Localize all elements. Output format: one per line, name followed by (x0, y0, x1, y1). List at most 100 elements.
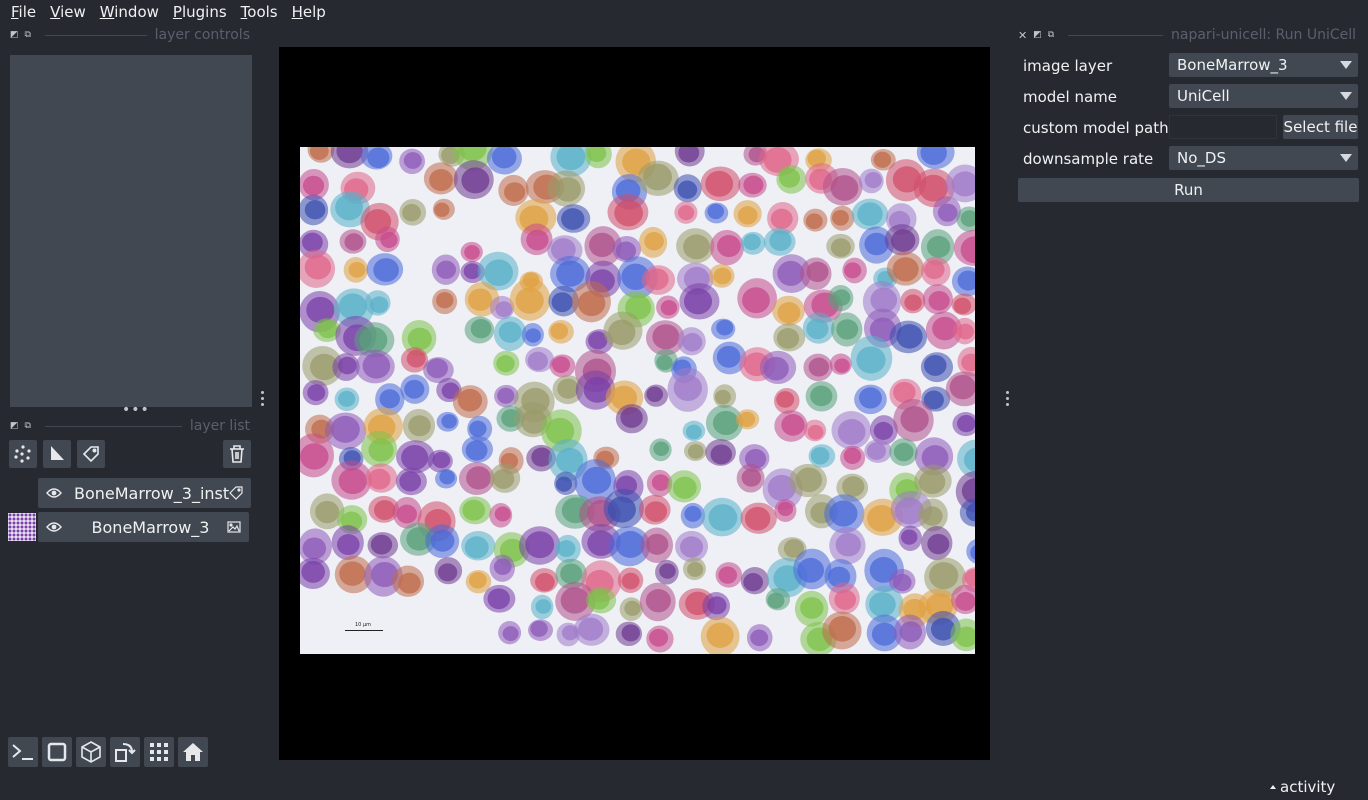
close-icon[interactable]: ✕ (1018, 29, 1027, 42)
layer-list-titlebar: ◩ ⧉ layer list (10, 416, 250, 436)
eye-icon[interactable] (46, 521, 62, 533)
menu-plugins[interactable]: Plugins (166, 3, 234, 21)
cell-mask (829, 526, 866, 565)
select-file-button[interactable]: Select file (1283, 115, 1358, 139)
scale-bar-label: 10 µm (355, 622, 372, 628)
delete-layer-button[interactable] (223, 440, 251, 468)
cell-mask (400, 374, 430, 404)
grid-mode-button[interactable] (144, 737, 174, 767)
cell-mask (828, 582, 860, 615)
cell-mask (705, 439, 736, 466)
cell-mask (966, 539, 975, 564)
cell-mask (498, 621, 522, 645)
custom-model-path-input[interactable] (1169, 115, 1277, 139)
float-dock-icon[interactable]: ◩ (1033, 30, 1042, 40)
cell-mask (644, 384, 668, 407)
cell-mask (774, 388, 800, 414)
cell-mask (324, 412, 367, 450)
menu-view[interactable]: View (43, 3, 93, 21)
menu-tools[interactable]: Tools (234, 3, 285, 21)
cell-mask (603, 311, 643, 350)
cell-mask (800, 257, 832, 290)
cell-mask (461, 435, 493, 463)
home-button[interactable] (178, 737, 208, 767)
custom-model-path-label: custom model path (1023, 119, 1169, 137)
toggle-3d-button[interactable] (76, 737, 106, 767)
cell-mask (829, 353, 852, 375)
run-button[interactable]: Run (1018, 178, 1359, 202)
left-dock-resize-handle[interactable] (259, 391, 265, 406)
image-layer-select[interactable]: BoneMarrow_3 (1169, 53, 1358, 77)
cell-mask (460, 241, 483, 263)
new-labels-layer-button[interactable] (77, 440, 105, 468)
cell-mask (802, 312, 835, 344)
cell-mask (700, 616, 740, 654)
cell-mask (893, 614, 927, 650)
console-icon (12, 744, 33, 760)
model-name-select[interactable]: UniCell (1169, 84, 1358, 108)
cell-mask (461, 530, 496, 561)
cell-mask (794, 590, 829, 627)
eye-icon[interactable] (46, 487, 62, 499)
cell-mask (521, 323, 544, 347)
layer-name[interactable]: BoneMarrow_3 (74, 518, 227, 537)
cell-mask (402, 408, 436, 443)
cell-mask (646, 625, 674, 653)
layer-name[interactable]: BoneMarrow_3_inst (74, 484, 229, 503)
cell-mask (556, 204, 591, 233)
roll-dimensions-button[interactable] (110, 737, 140, 767)
cell-mask (667, 470, 702, 503)
undock-icon[interactable]: ⧉ (25, 30, 31, 40)
cell-mask (530, 594, 554, 620)
model-name-value: UniCell (1177, 87, 1230, 105)
layer-row-bonemarrow-3-inst[interactable]: BoneMarrow_3_inst (8, 478, 252, 508)
cell-mask (898, 525, 923, 551)
new-shapes-layer-button[interactable] (43, 440, 71, 468)
cell-mask (549, 354, 576, 378)
cell-mask (367, 532, 399, 559)
dock-splitter-handle[interactable]: ••• (122, 403, 150, 417)
cell-mask (603, 488, 644, 529)
layer-row-bonemarrow-3[interactable]: BoneMarrow_3 (8, 512, 249, 542)
chevron-down-icon (1340, 154, 1352, 162)
right-dock-resize-handle[interactable] (1004, 391, 1010, 406)
menu-file[interactable]: File (4, 3, 43, 21)
undock-icon[interactable]: ⧉ (25, 421, 31, 431)
cell-mask (945, 371, 975, 407)
float-dock-icon[interactable]: ◩ (10, 421, 19, 431)
cell-mask (300, 194, 329, 226)
cell-mask (673, 174, 702, 203)
cell-mask (805, 381, 838, 412)
cell-mask (711, 318, 736, 340)
ndisplay-2d-button[interactable] (42, 737, 72, 767)
menu-window[interactable]: Window (93, 3, 166, 21)
cell-mask (547, 170, 586, 207)
cell-mask (889, 438, 918, 466)
cell-mask (774, 410, 808, 442)
new-labels-layer-icon (82, 446, 99, 463)
console-button[interactable] (8, 737, 38, 767)
cell-mask (822, 611, 862, 650)
cell-mask (452, 385, 488, 419)
cell-mask (395, 467, 427, 496)
cell-mask (889, 320, 928, 354)
activity-toggle[interactable]: activity (1270, 778, 1335, 796)
cell-mask (951, 293, 975, 316)
downsample-rate-select[interactable]: No_DS (1169, 146, 1358, 170)
cell-mask (740, 231, 766, 255)
cell-mask (458, 462, 495, 496)
new-points-layer-button[interactable] (9, 440, 37, 468)
menu-help[interactable]: Help (285, 3, 333, 21)
bone-marrow-image[interactable] (300, 147, 975, 654)
cell-mask (399, 199, 427, 226)
cell-mask (922, 284, 954, 315)
cell-mask (827, 285, 854, 312)
label-tag-icon (229, 486, 243, 500)
cell-mask (831, 411, 872, 450)
undock-icon[interactable]: ⧉ (1048, 30, 1054, 40)
float-dock-icon[interactable]: ◩ (10, 30, 19, 40)
delete-layer-icon (230, 445, 244, 463)
cell-mask (375, 226, 400, 253)
cell-mask (842, 257, 867, 284)
cell-mask (674, 201, 698, 224)
